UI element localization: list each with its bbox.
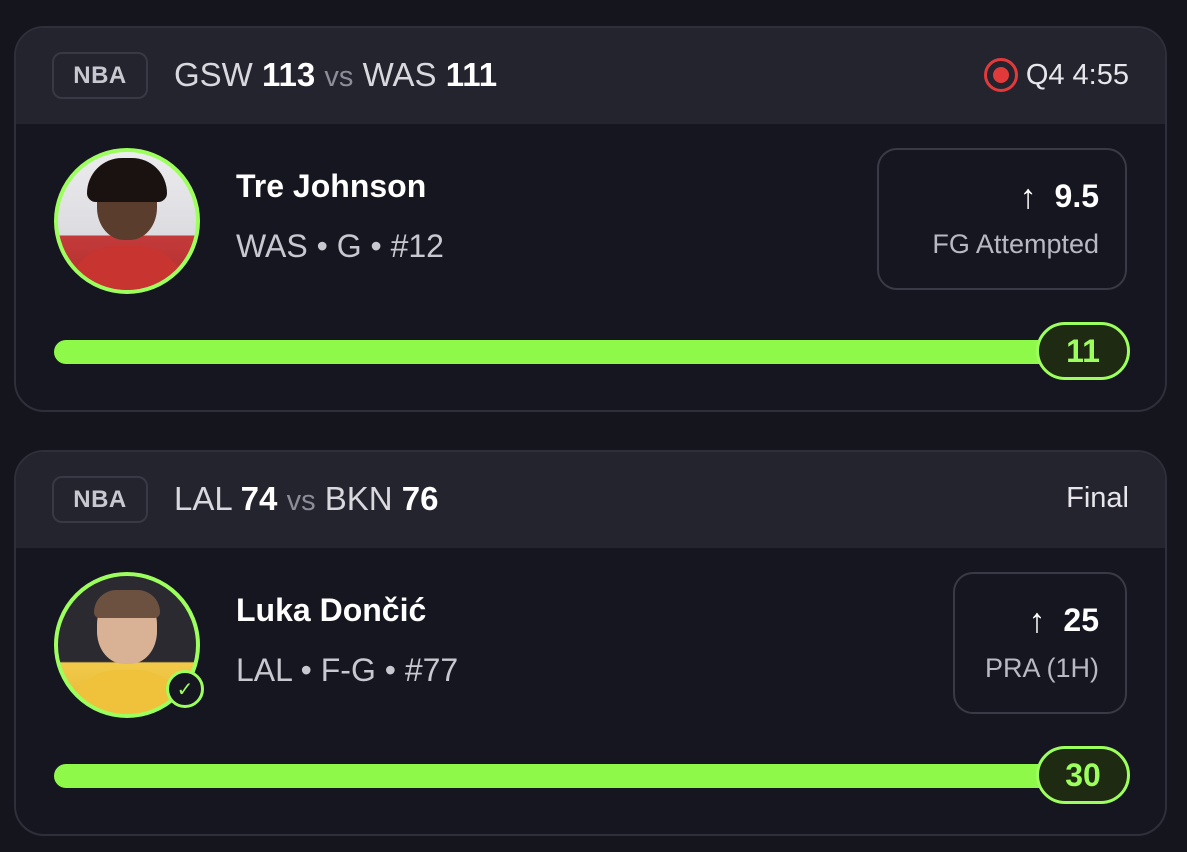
progress-bar (54, 764, 1054, 788)
hair-shape (87, 158, 167, 202)
picks-list: NBA GSW 113 vs WAS 111 Q4 4:55 Tre Johns… (0, 0, 1187, 852)
pick-card[interactable]: NBA GSW 113 vs WAS 111 Q4 4:55 Tre Johns… (14, 26, 1167, 412)
pick-box[interactable]: ↑ 25 PRA (1H) (953, 572, 1127, 714)
pick-line: ↑ 25 (1028, 602, 1099, 639)
arrow-up-icon: ↑ (1028, 601, 1046, 640)
score-a: 113 (262, 56, 316, 93)
game-header: NBA LAL 74 vs BKN 76 Final (16, 452, 1165, 548)
matchup-score: GSW 113 vs WAS 111 (174, 56, 497, 94)
result-value: 11 (1036, 322, 1130, 380)
stat-label: FG Attempted (932, 229, 1099, 259)
pick-body: Tre Johnson WAS • G • #12 ↑ 9.5 FG Attem… (16, 124, 1165, 410)
team-a: LAL (174, 480, 232, 517)
vs-label: vs (324, 61, 354, 93)
score-a: 74 (240, 480, 278, 517)
avatar (54, 148, 200, 294)
hair-shape (94, 590, 160, 618)
game-status: Q4 4:55 (983, 58, 1129, 92)
team-a: GSW (174, 56, 253, 93)
player-meta: LAL • F-G • #77 (236, 652, 459, 688)
pick-line-value: 9.5 (1054, 178, 1099, 214)
progress-fill (54, 764, 1054, 788)
live-record-icon (983, 58, 1018, 92)
score-b: 111 (445, 56, 498, 93)
progress-fill (54, 340, 1054, 364)
game-clock: Q4 4:55 (1025, 58, 1129, 91)
pick-box[interactable]: ↑ 9.5 FG Attempted (877, 148, 1127, 290)
pick-line: ↑ 9.5 (1020, 178, 1099, 215)
pick-line-value: 25 (1063, 602, 1099, 638)
league-badge: NBA (52, 52, 148, 99)
league-badge: NBA (52, 476, 148, 523)
progress-bar (54, 340, 1054, 364)
jersey-shape (67, 246, 187, 290)
vs-label: vs (286, 485, 316, 517)
player-meta: WAS • G • #12 (236, 228, 444, 264)
team-b: WAS (362, 56, 437, 93)
check-circle-icon: ✓ (166, 670, 204, 708)
pick-card[interactable]: NBA LAL 74 vs BKN 76 Final ✓ Luka Dončić… (14, 450, 1167, 836)
game-status: Final (1066, 482, 1129, 515)
final-label: Final (1066, 482, 1129, 514)
matchup-score: LAL 74 vs BKN 76 (174, 480, 438, 518)
stat-label: PRA (1H) (984, 653, 1099, 683)
result-value: 30 (1036, 746, 1130, 804)
team-b: BKN (324, 480, 393, 517)
score-b: 76 (401, 480, 439, 517)
game-header: NBA GSW 113 vs WAS 111 Q4 4:55 (16, 28, 1165, 124)
arrow-up-icon: ↑ (1019, 177, 1037, 216)
player-name[interactable]: Luka Dončić (236, 592, 426, 629)
player-name[interactable]: Tre Johnson (236, 168, 426, 205)
pick-body: ✓ Luka Dončić LAL • F-G • #77 ↑ 25 PRA (… (16, 548, 1165, 834)
